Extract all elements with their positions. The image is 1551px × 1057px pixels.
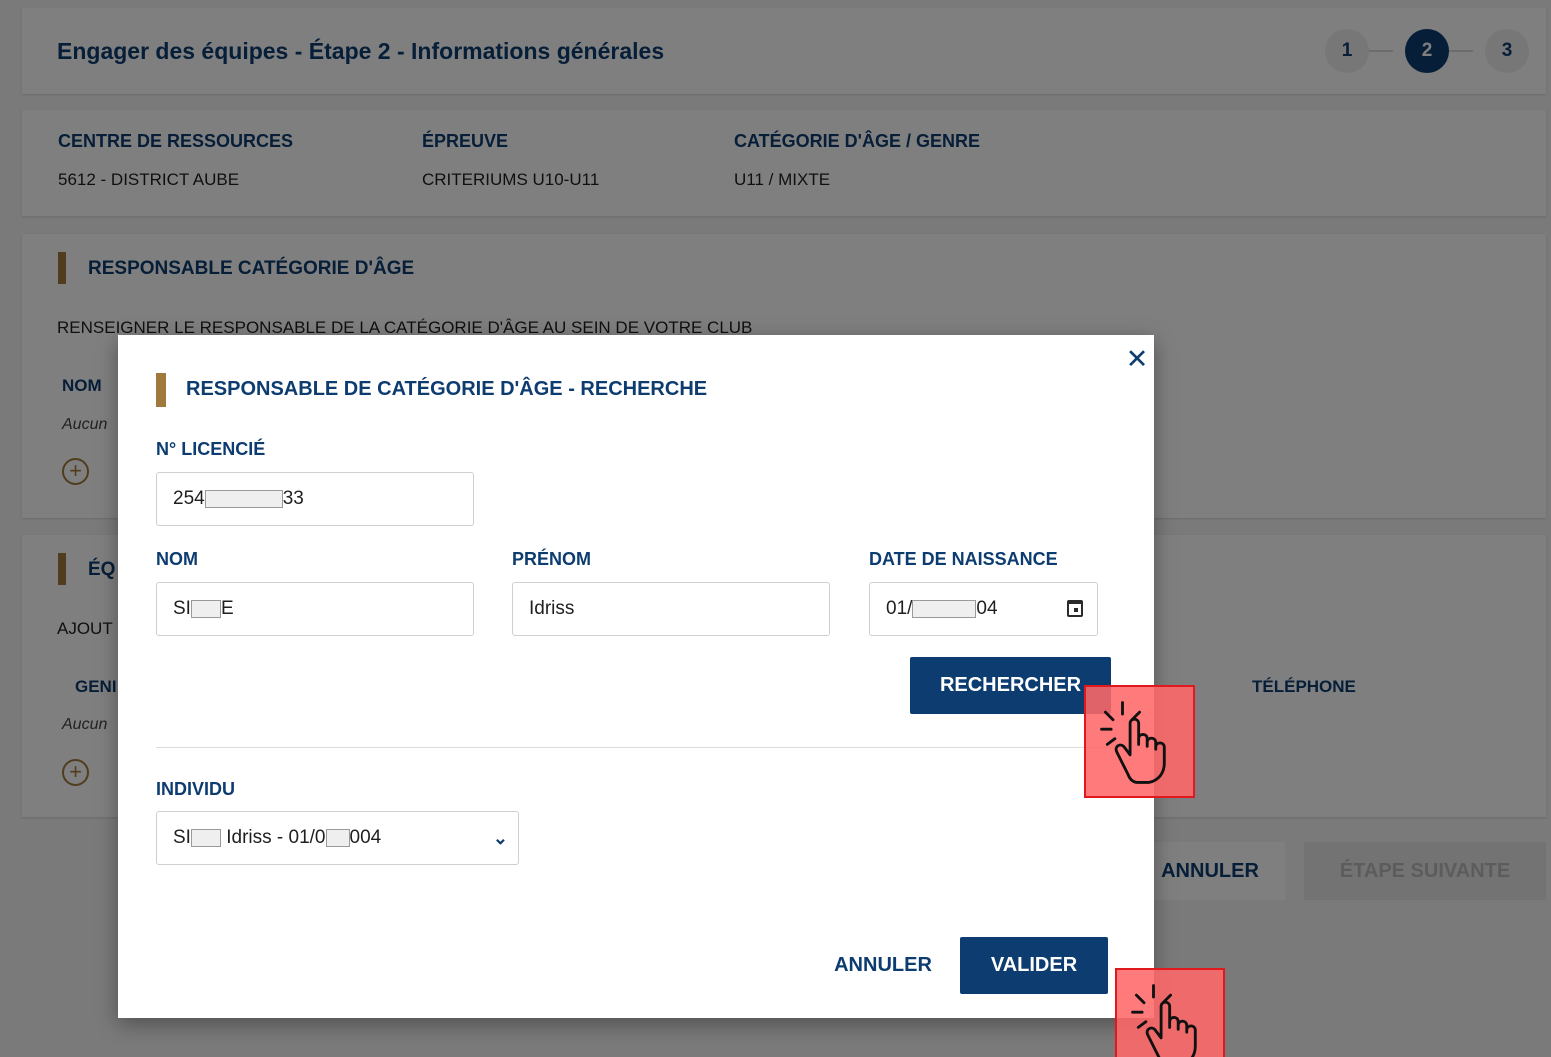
calendar-icon[interactable] <box>1067 600 1083 617</box>
divider <box>156 747 1116 748</box>
nom-value-prefix: SI <box>173 598 191 619</box>
redacted-mask <box>325 829 350 847</box>
individu-value-suffix: 004 <box>349 827 382 848</box>
redacted-mask <box>204 490 283 508</box>
nom-input[interactable]: SI E <box>156 582 474 636</box>
individu-label: INDIVIDU <box>156 779 236 799</box>
modal-title: RESPONSABLE DE CATÉGORIE D'ÂGE - RECHERC… <box>186 378 708 400</box>
prenom-value: Idriss <box>529 598 575 619</box>
individu-select[interactable]: SI Idriss - 01/0 004 ⌄ <box>156 811 519 865</box>
licence-label: N° LICENCIÉ <box>156 439 266 459</box>
click-indicator <box>1115 968 1225 1057</box>
validate-button[interactable]: VALIDER <box>960 937 1108 994</box>
date-naissance-label: DATE DE NAISSANCE <box>869 549 1058 569</box>
redacted-mask <box>190 829 221 847</box>
nom-value-suffix: E <box>220 598 234 619</box>
date-value-suffix: 04 <box>976 598 998 619</box>
hand-pointer-icon <box>1100 701 1166 784</box>
redacted-mask <box>912 600 977 618</box>
search-button[interactable]: RECHERCHER <box>910 657 1111 714</box>
hand-pointer-icon <box>1131 984 1197 1057</box>
nom-label: NOM <box>156 549 198 569</box>
prenom-label: PRÉNOM <box>512 549 592 569</box>
chevron-down-icon: ⌄ <box>492 828 508 848</box>
individu-value-prefix: SI <box>173 827 191 848</box>
prenom-input[interactable]: Idriss <box>512 582 830 636</box>
date-naissance-input[interactable]: 01/04 <box>869 582 1098 636</box>
modal-accent-bar <box>156 373 166 407</box>
licence-value-suffix: 33 <box>282 488 304 509</box>
close-icon[interactable]: ✕ <box>1125 345 1149 373</box>
individu-value-middle: Idriss - 01/0 <box>220 827 326 848</box>
search-modal: ✕ RESPONSABLE DE CATÉGORIE D'ÂGE - RECHE… <box>118 335 1154 1018</box>
modal-cancel-button[interactable]: ANNULER <box>818 940 948 990</box>
date-value-prefix: 01/ <box>886 598 913 619</box>
click-indicator <box>1084 685 1195 798</box>
licence-input[interactable]: 254 33 <box>156 472 474 526</box>
redacted-mask <box>190 600 221 618</box>
licence-value-prefix: 254 <box>173 488 205 509</box>
